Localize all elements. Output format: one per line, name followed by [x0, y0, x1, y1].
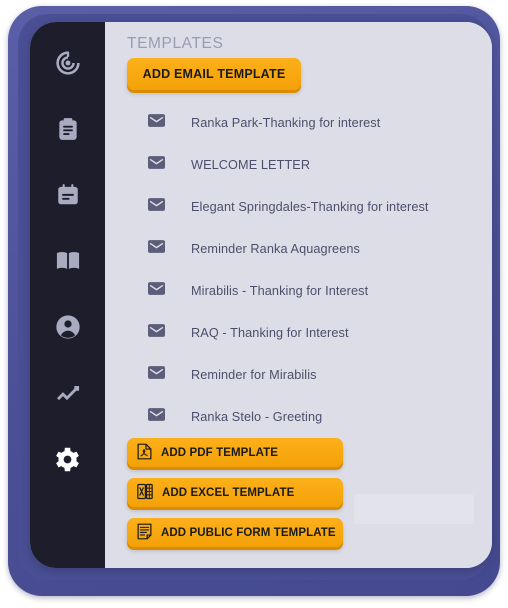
- envelope-icon: [148, 408, 165, 426]
- template-name: WELCOME LETTER: [191, 158, 311, 172]
- form-file-icon: [137, 523, 152, 543]
- template-name: Reminder for Mirabilis: [191, 368, 317, 382]
- templates-panel: TEMPLATES ADD EMAIL TEMPLATE Ranka Park-…: [105, 22, 492, 568]
- gear-icon: [53, 445, 82, 474]
- envelope-icon: [148, 240, 165, 258]
- add-email-template-button[interactable]: ADD EMAIL TEMPLATE: [127, 58, 301, 90]
- template-name: RAQ - Thanking for Interest: [191, 326, 349, 340]
- template-name: Elegant Springdales-Thanking for interes…: [191, 200, 429, 214]
- template-name: Reminder Ranka Aquagreens: [191, 242, 360, 256]
- calendar-icon: [55, 182, 81, 208]
- sidebar-nav: [30, 22, 105, 568]
- add-pdf-template-button[interactable]: ADD PDF TEMPLATE: [127, 438, 343, 467]
- sidebar-item-contacts[interactable]: [45, 304, 91, 350]
- list-item[interactable]: Ranka Park-Thanking for interest: [105, 102, 492, 144]
- list-item[interactable]: Ranka Stelo - Greeting: [105, 396, 492, 438]
- button-label: ADD EXCEL TEMPLATE: [162, 486, 295, 499]
- envelope-icon: [148, 324, 165, 342]
- radar-target-icon: [54, 49, 82, 77]
- sidebar-item-reports[interactable]: [45, 370, 91, 416]
- envelope-icon: [148, 198, 165, 216]
- sidebar-item-tasks[interactable]: [45, 106, 91, 152]
- device-frame: TEMPLATES ADD EMAIL TEMPLATE Ranka Park-…: [8, 6, 500, 596]
- envelope-icon: [148, 156, 165, 174]
- button-label: ADD PUBLIC FORM TEMPLATE: [161, 526, 336, 539]
- template-name: Ranka Park-Thanking for interest: [191, 116, 381, 130]
- list-item[interactable]: WELCOME LETTER: [105, 144, 492, 186]
- pdf-file-icon: [137, 443, 152, 463]
- list-item[interactable]: Reminder for Mirabilis: [105, 354, 492, 396]
- list-item[interactable]: Elegant Springdales-Thanking for interes…: [105, 186, 492, 228]
- envelope-icon: [148, 114, 165, 132]
- sidebar-item-directory[interactable]: [45, 238, 91, 284]
- trending-up-icon: [54, 379, 82, 407]
- template-name: Ranka Stelo - Greeting: [191, 410, 323, 424]
- sidebar-item-settings[interactable]: [45, 436, 91, 482]
- list-item[interactable]: RAQ - Thanking for Interest: [105, 312, 492, 354]
- envelope-icon: [148, 282, 165, 300]
- app-card: TEMPLATES ADD EMAIL TEMPLATE Ranka Park-…: [30, 22, 492, 568]
- template-list: Ranka Park-Thanking for interest WELCOME…: [105, 102, 492, 438]
- clipboard-icon: [55, 116, 81, 142]
- add-public-form-template-button[interactable]: ADD PUBLIC FORM TEMPLATE: [127, 518, 343, 547]
- page-title: TEMPLATES: [127, 35, 224, 52]
- envelope-icon: [148, 366, 165, 384]
- button-label: ADD PDF TEMPLATE: [161, 446, 279, 459]
- user-circle-icon: [54, 313, 82, 341]
- sidebar-item-dashboard[interactable]: [45, 40, 91, 86]
- template-name: Mirabilis - Thanking for Interest: [191, 284, 369, 298]
- list-item[interactable]: Mirabilis - Thanking for Interest: [105, 270, 492, 312]
- list-item[interactable]: Reminder Ranka Aquagreens: [105, 228, 492, 270]
- sidebar-item-calendar[interactable]: [45, 172, 91, 218]
- add-excel-template-button[interactable]: ADD EXCEL TEMPLATE: [127, 478, 343, 507]
- watermark: [354, 494, 474, 524]
- book-icon: [54, 247, 82, 275]
- excel-file-icon: [137, 483, 153, 503]
